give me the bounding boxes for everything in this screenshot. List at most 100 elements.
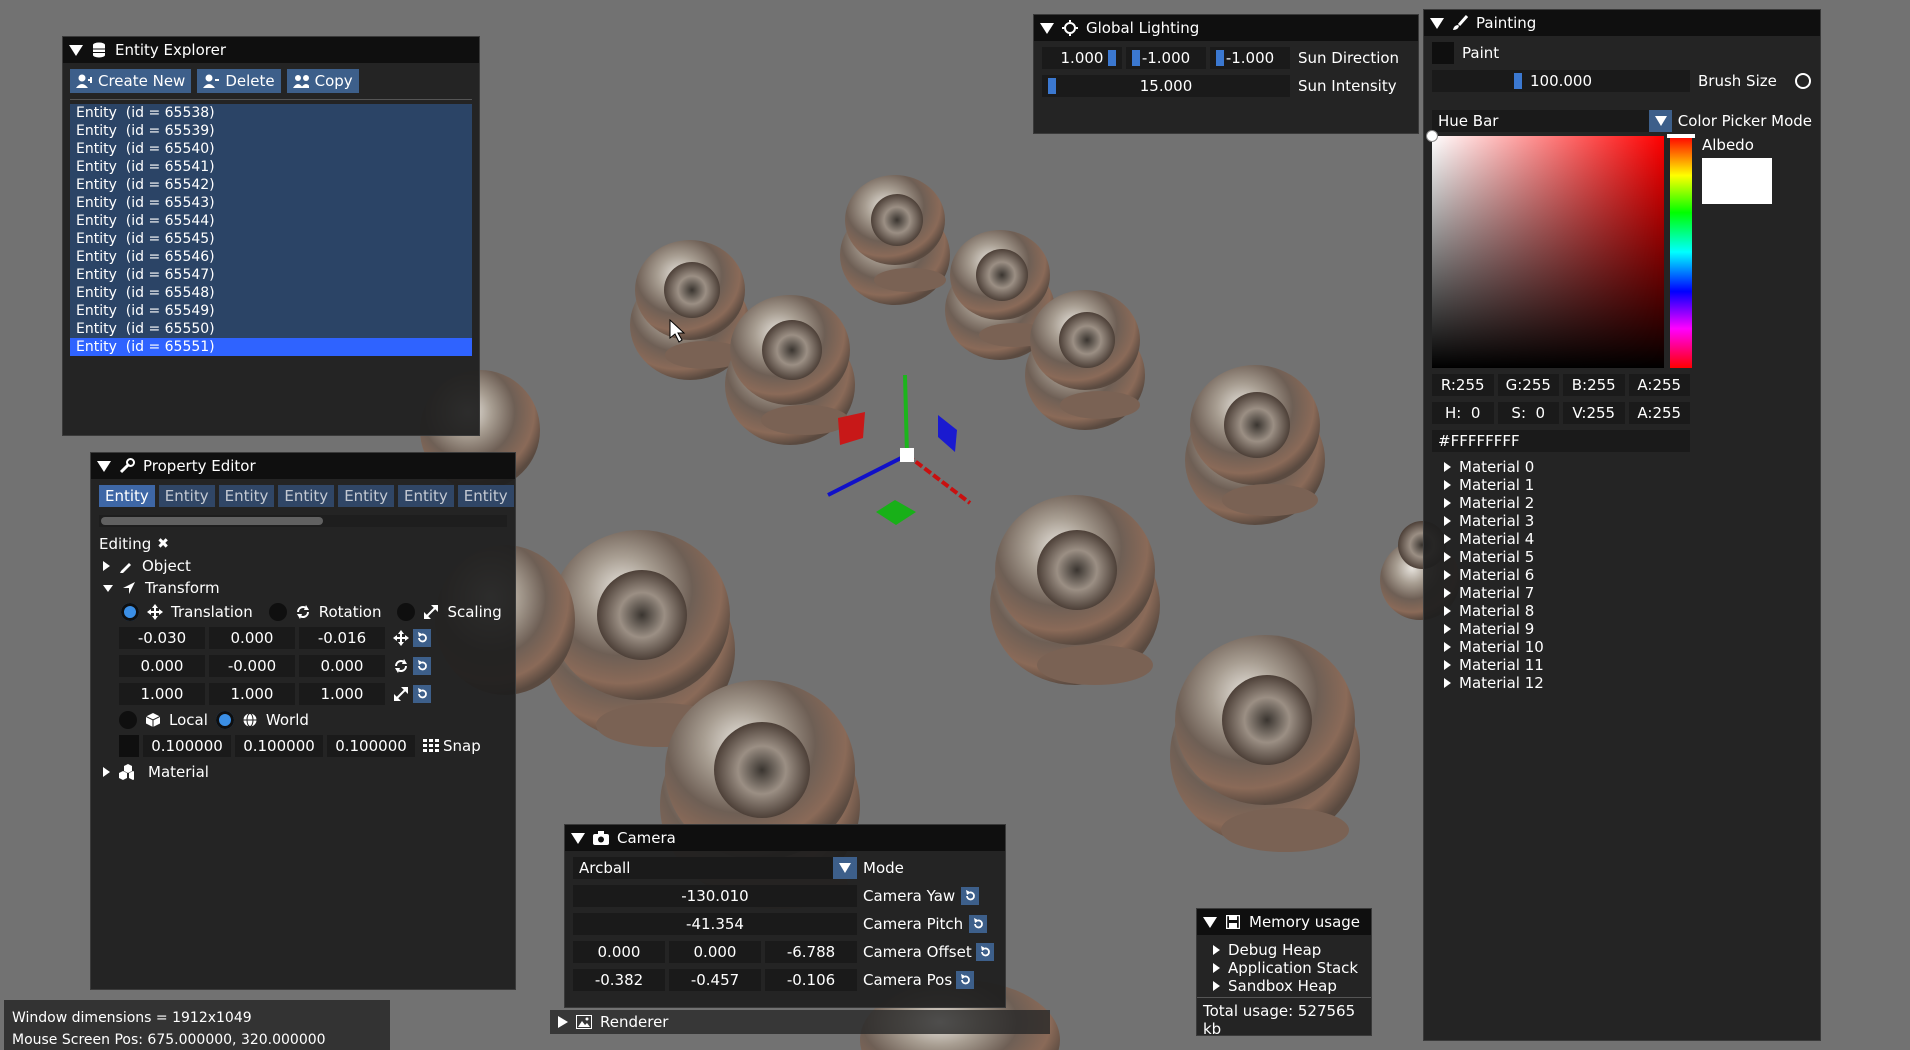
reset-translation-button[interactable] (413, 629, 431, 647)
painting-titlebar[interactable]: Painting (1424, 10, 1820, 36)
entity-list-item[interactable]: Entity (id = 65547) (70, 266, 472, 284)
reset-camera-pitch-button[interactable] (969, 915, 988, 933)
material-node[interactable]: Material 11 (1444, 656, 1820, 674)
scaling-x-field[interactable]: 1.000 (119, 683, 205, 705)
material-node[interactable]: Material 2 (1444, 494, 1820, 512)
camera-offset-y-field[interactable]: 0.000 (669, 941, 761, 963)
collapse-icon[interactable] (1203, 916, 1217, 928)
camera-pos-x-field[interactable]: -0.382 (573, 969, 665, 991)
memory-node[interactable]: Sandbox Heap (1213, 977, 1371, 995)
entity-list-item[interactable]: Entity (id = 65541) (70, 158, 472, 176)
red-field[interactable]: R:255 (1432, 374, 1494, 396)
property-editor-titlebar[interactable]: Property Editor (91, 453, 515, 479)
material-node[interactable]: Material 5 (1444, 548, 1820, 566)
global-lighting-titlebar[interactable]: Global Lighting (1034, 15, 1418, 41)
alpha-field[interactable]: A:255 (1628, 374, 1690, 396)
camera-mode-select[interactable]: Arcball (573, 857, 833, 879)
snap-z-field[interactable]: 0.100000 (327, 735, 415, 757)
camera-offset-x-field[interactable]: 0.000 (573, 941, 665, 963)
material-node[interactable]: Material 6 (1444, 566, 1820, 584)
saturation-field[interactable]: S: 0 (1497, 402, 1559, 424)
tab-entity[interactable]: Entity (158, 485, 215, 507)
material-node[interactable]: Material 9 (1444, 620, 1820, 638)
transform-node[interactable]: Transform (99, 579, 507, 597)
entity-list-item[interactable]: Entity (id = 65543) (70, 194, 472, 212)
copy-button[interactable]: Copy (286, 69, 359, 93)
saturation-value-square[interactable] (1426, 130, 1664, 368)
dropdown-arrow-icon[interactable] (1649, 110, 1672, 132)
brush-size-slider[interactable]: 100.000 (1432, 70, 1690, 92)
local-radio[interactable] (119, 711, 137, 729)
sun-direction-x-slider[interactable]: 1.000 (1042, 47, 1122, 69)
reset-rotation-button[interactable] (413, 657, 431, 675)
memory-node[interactable]: Application Stack (1213, 959, 1371, 977)
material-node[interactable]: Material 8 (1444, 602, 1820, 620)
material-node[interactable]: Material (99, 763, 507, 781)
dropdown-arrow-icon[interactable] (833, 857, 857, 879)
translation-radio[interactable] (121, 603, 139, 621)
entity-list-item[interactable]: Entity (id = 65549) (70, 302, 472, 320)
tab-entity[interactable]: Entity (218, 485, 275, 507)
blue-field[interactable]: B:255 (1563, 374, 1625, 396)
material-node[interactable]: Material 1 (1444, 476, 1820, 494)
hue-field[interactable]: H: 0 (1432, 402, 1494, 424)
alpha-field[interactable]: A:255 (1628, 402, 1690, 424)
sun-direction-z-slider[interactable]: -1.000 (1210, 47, 1290, 69)
translation-y-field[interactable]: 0.000 (209, 627, 295, 649)
collapse-icon[interactable] (69, 44, 83, 56)
color-picker-cursor[interactable] (1426, 130, 1438, 142)
material-node[interactable]: Material 7 (1444, 584, 1820, 602)
hex-color-field[interactable]: #FFFFFFFF (1432, 430, 1690, 452)
create-new-button[interactable]: Create New (70, 69, 192, 93)
entity-list-item[interactable]: Entity (id = 65539) (70, 122, 472, 140)
hue-bar-marker[interactable] (1667, 134, 1695, 138)
entity-list-item[interactable]: Entity (id = 65545) (70, 230, 472, 248)
scaling-z-field[interactable]: 1.000 (299, 683, 385, 705)
memory-usage-titlebar[interactable]: Memory usage (1197, 909, 1371, 935)
green-field[interactable]: G:255 (1497, 374, 1559, 396)
collapse-icon[interactable] (571, 832, 585, 844)
material-node[interactable]: Material 4 (1444, 530, 1820, 548)
camera-pitch-field[interactable]: -41.354 (573, 913, 857, 935)
tab-entity[interactable]: Entity (278, 485, 335, 507)
translation-x-field[interactable]: -0.030 (119, 627, 205, 649)
world-radio[interactable] (215, 711, 234, 729)
reset-camera-offset-button[interactable] (975, 943, 994, 961)
rotation-y-field[interactable]: -0.000 (209, 655, 295, 677)
tab-scrollbar-thumb[interactable] (101, 517, 323, 525)
rotation-x-field[interactable]: 0.000 (119, 655, 205, 677)
material-node[interactable]: Material 0 (1444, 458, 1820, 476)
memory-node[interactable]: Debug Heap (1213, 941, 1371, 959)
close-icon[interactable]: ✖ (157, 536, 169, 552)
snap-x-field[interactable]: 0.100000 (143, 735, 231, 757)
translation-z-field[interactable]: -0.016 (299, 627, 385, 649)
entity-list-item[interactable]: Entity (id = 65540) (70, 140, 472, 158)
delete-button[interactable]: Delete (197, 69, 281, 93)
collapse-icon[interactable] (1040, 22, 1054, 34)
material-node[interactable]: Material 10 (1444, 638, 1820, 656)
sun-direction-y-slider[interactable]: -1.000 (1126, 47, 1206, 69)
tab-scrollbar[interactable] (99, 515, 507, 527)
collapse-icon[interactable] (1430, 17, 1444, 29)
entity-list-item[interactable]: Entity (id = 65550) (70, 320, 472, 338)
material-node[interactable]: Material 3 (1444, 512, 1820, 530)
renderer-window[interactable]: Renderer (550, 1010, 1050, 1034)
entity-list-item[interactable]: Entity (id = 65551) (70, 338, 472, 356)
tab-entity[interactable]: Entity (338, 485, 394, 507)
camera-pos-y-field[interactable]: -0.457 (669, 969, 761, 991)
entity-list-item[interactable]: Entity (id = 65538) (70, 104, 472, 122)
entity-list-item[interactable]: Entity (id = 65542) (70, 176, 472, 194)
collapse-icon[interactable] (97, 460, 111, 472)
tab-entity[interactable]: Entity (457, 485, 514, 507)
camera-yaw-field[interactable]: -130.010 (573, 885, 857, 907)
sun-intensity-slider[interactable]: 15.000 (1042, 75, 1290, 97)
snap-checkbox[interactable] (119, 735, 139, 757)
object-node[interactable]: Object (99, 557, 507, 575)
entity-list-item[interactable]: Entity (id = 65546) (70, 248, 472, 266)
expand-icon[interactable] (558, 1016, 568, 1028)
scaling-y-field[interactable]: 1.000 (209, 683, 295, 705)
camera-titlebar[interactable]: Camera (565, 825, 1005, 851)
reset-scaling-button[interactable] (413, 685, 431, 703)
camera-pos-z-field[interactable]: -0.106 (765, 969, 857, 991)
color-picker-mode-select[interactable]: Hue Bar (1432, 110, 1650, 132)
